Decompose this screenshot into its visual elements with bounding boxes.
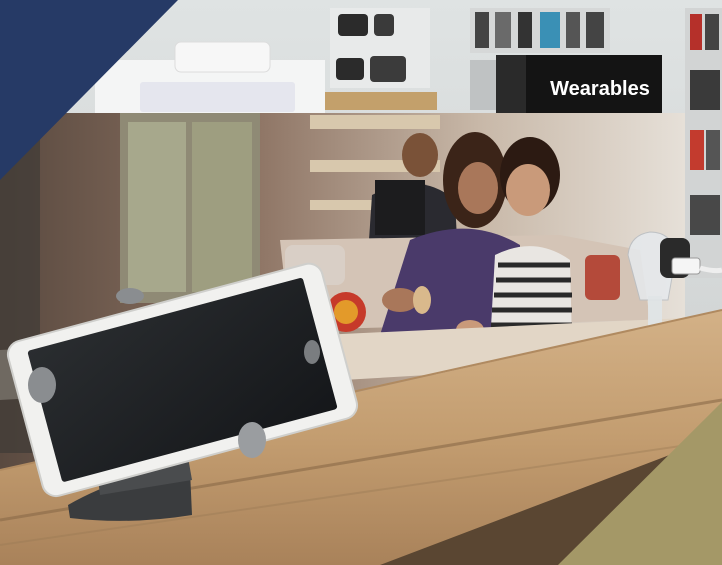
wearables-sign: Wearables [496,55,662,113]
wearables-sign-text: Wearables [550,78,650,100]
tablet-clamp [28,367,56,403]
store-display-photo: Wearables [0,0,722,565]
tablet-clamp [116,288,144,304]
tablet-clamp [304,340,320,364]
tablet-clamp [238,422,266,458]
photo-canvas: Wearables [0,0,722,565]
